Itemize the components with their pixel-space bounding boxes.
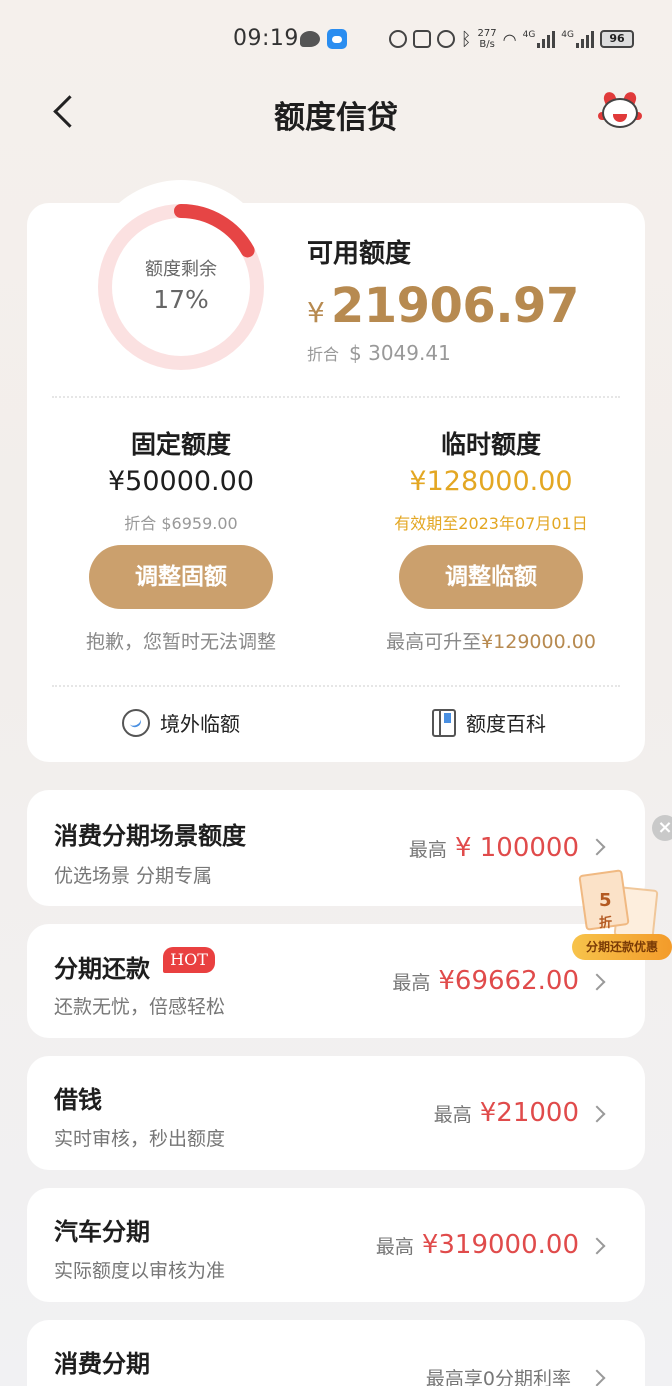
nfc-icon [412,30,431,48]
product-card-scene[interactable]: 消费分期场景额度 优选场景 分期专属 最高 ¥ 100000 [27,790,645,906]
product-limit: 最高 ¥ 100000 [408,833,579,863]
product-subtitle: 优选场景 分期专属 [54,865,213,887]
globe-icon [122,708,150,737]
signal-2-icon: 4G [561,30,594,48]
signal-1-icon: 4G [523,30,556,48]
overseas-temp-quota-link[interactable]: 境外临额 [122,708,240,737]
battery-icon: 96 [600,30,634,48]
promo-label: 分期还款优惠 [572,934,672,960]
alarm-icon [436,30,455,48]
product-title: 消费分期场景额度 [54,822,246,850]
currency-symbol: ¥ [307,296,325,329]
available-usd: 折合 $ 3049.41 [307,341,451,365]
product-subtitle: 还款无忧，倍感轻松 [54,996,226,1018]
product-title: 汽车分期 [54,1218,150,1246]
promo-discount-number: 5 [599,890,612,911]
book-icon [432,708,456,737]
network-rate: 277 B/s [477,28,497,50]
chevron-right-icon [588,1369,606,1386]
close-promo-button[interactable]: × [652,815,672,841]
chat-notification-icon [300,31,320,47]
chevron-right-icon [588,973,606,991]
wifi-icon: ◠ [502,29,517,49]
divider [52,396,620,398]
hot-badge: HOT [163,947,215,973]
available-amount: ¥ 21906.97 [307,278,579,334]
chevron-right-icon [588,1105,606,1123]
status-system-icons: ᛒ 277 B/s ◠ 4G 4G 96 [388,24,634,54]
product-card-installment-repay[interactable]: 分期还款 还款无忧，倍感轻松 最高 ¥69662.00 [27,924,645,1038]
product-title: 分期还款 [54,955,150,983]
product-subtitle: 实时审核，秒出额度 [54,1128,226,1150]
temp-quota-amount: ¥128000.00 [409,466,573,497]
temp-quota-title: 临时额度 [440,430,541,459]
quota-wiki-link[interactable]: 额度百科 [432,708,546,737]
installment-promo-widget[interactable]: 5 折 分期还款优惠 [572,866,672,966]
product-subtitle: 实际额度以审核为准 [54,1260,226,1282]
status-bar: 09:19 ᛒ 277 B/s ◠ 4G 4G 96 [0,0,672,78]
speed-icon [388,30,407,48]
chevron-right-icon [588,1237,606,1255]
page-title: 额度信贷 [274,100,398,136]
fixed-quota-amount: ¥50000.00 [107,466,254,497]
available-label: 可用额度 [307,239,412,269]
product-limit: 最高 ¥319000.00 [375,1230,579,1260]
fixed-quota-usd: 折合 $6959.00 [124,514,238,533]
bluetooth-icon: ᛒ [460,28,472,50]
product-title: 消费分期 [54,1350,150,1378]
adjust-fixed-button[interactable]: 调整固额 [89,545,273,609]
fixed-quota-note: 抱歉，您暂时无法调整 [85,631,276,653]
temp-quota-note: 最高可升至¥129000.00 [386,631,596,653]
mascot-service-icon[interactable] [598,90,642,132]
product-card-car-loan[interactable]: 汽车分期 实际额度以审核为准 最高 ¥319000.00 [27,1188,645,1302]
fixed-quota-title: 固定额度 [130,430,231,459]
available-value: 21906.97 [330,278,580,334]
app-notification-icon [327,29,347,49]
adjust-temp-button[interactable]: 调整临额 [399,545,583,609]
product-limit: 最高 ¥21000 [433,1098,579,1128]
status-notification-icons [300,24,347,54]
nav-bar: 额度信贷 [0,78,672,148]
chevron-right-icon [588,838,606,856]
product-card-consumer-installment[interactable]: 消费分期 最高享0分期利率 [27,1320,645,1386]
ring-percent: 17% [153,285,209,314]
product-limit: 最高 ¥69662.00 [392,966,579,996]
product-rate: 最高享0分期利率 [425,1368,571,1386]
status-time: 09:19 [233,26,299,51]
divider [52,685,620,687]
ring-label: 额度剩余 [145,259,217,280]
temp-quota-validity: 有效期至2023年07月01日 [394,514,588,533]
product-title: 借钱 [54,1086,102,1114]
promo-discount-unit: 折 [599,916,613,931]
product-card-loan[interactable]: 借钱 实时审核，秒出额度 最高 ¥21000 [27,1056,645,1170]
